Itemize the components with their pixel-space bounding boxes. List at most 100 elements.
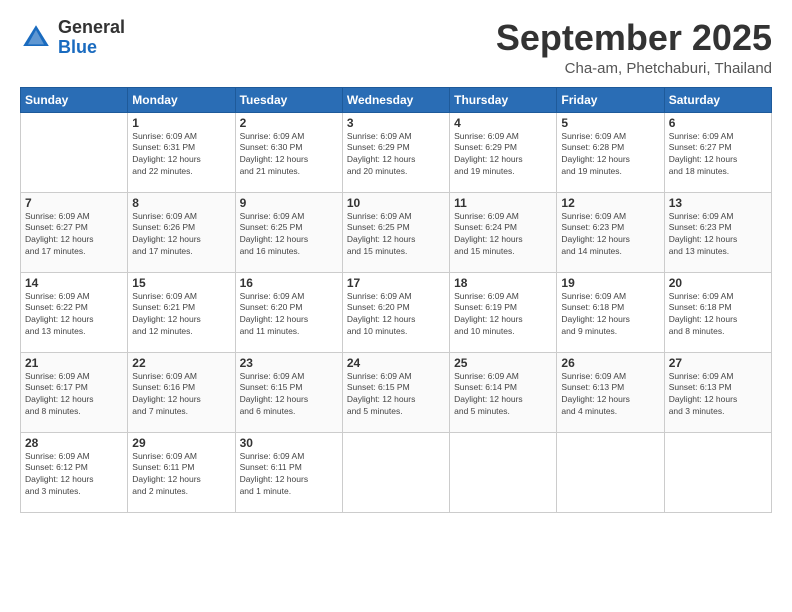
day-number: 5 bbox=[561, 116, 659, 130]
calendar-cell: 14Sunrise: 6:09 AM Sunset: 6:22 PM Dayli… bbox=[21, 272, 128, 352]
calendar-header-row: SundayMondayTuesdayWednesdayThursdayFrid… bbox=[21, 87, 772, 112]
calendar-cell: 12Sunrise: 6:09 AM Sunset: 6:23 PM Dayli… bbox=[557, 192, 664, 272]
day-number: 3 bbox=[347, 116, 445, 130]
calendar-week-row: 21Sunrise: 6:09 AM Sunset: 6:17 PM Dayli… bbox=[21, 352, 772, 432]
day-number: 6 bbox=[669, 116, 767, 130]
calendar-cell: 29Sunrise: 6:09 AM Sunset: 6:11 PM Dayli… bbox=[128, 432, 235, 512]
day-info: Sunrise: 6:09 AM Sunset: 6:23 PM Dayligh… bbox=[561, 211, 659, 259]
logo-text: General Blue bbox=[58, 18, 125, 58]
day-number: 24 bbox=[347, 356, 445, 370]
day-number: 13 bbox=[669, 196, 767, 210]
calendar-cell: 5Sunrise: 6:09 AM Sunset: 6:28 PM Daylig… bbox=[557, 112, 664, 192]
calendar-cell bbox=[450, 432, 557, 512]
calendar-day-header: Friday bbox=[557, 87, 664, 112]
day-number: 30 bbox=[240, 436, 338, 450]
day-number: 11 bbox=[454, 196, 552, 210]
calendar-day-header: Sunday bbox=[21, 87, 128, 112]
day-info: Sunrise: 6:09 AM Sunset: 6:25 PM Dayligh… bbox=[240, 211, 338, 259]
calendar-week-row: 28Sunrise: 6:09 AM Sunset: 6:12 PM Dayli… bbox=[21, 432, 772, 512]
day-number: 4 bbox=[454, 116, 552, 130]
day-info: Sunrise: 6:09 AM Sunset: 6:28 PM Dayligh… bbox=[561, 131, 659, 179]
calendar-day-header: Tuesday bbox=[235, 87, 342, 112]
day-info: Sunrise: 6:09 AM Sunset: 6:30 PM Dayligh… bbox=[240, 131, 338, 179]
header: General Blue September 2025 Cha-am, Phet… bbox=[20, 18, 772, 77]
day-info: Sunrise: 6:09 AM Sunset: 6:15 PM Dayligh… bbox=[240, 371, 338, 419]
month-title: September 2025 bbox=[496, 18, 772, 58]
day-number: 29 bbox=[132, 436, 230, 450]
day-info: Sunrise: 6:09 AM Sunset: 6:13 PM Dayligh… bbox=[669, 371, 767, 419]
calendar-cell: 20Sunrise: 6:09 AM Sunset: 6:18 PM Dayli… bbox=[664, 272, 771, 352]
day-info: Sunrise: 6:09 AM Sunset: 6:17 PM Dayligh… bbox=[25, 371, 123, 419]
day-info: Sunrise: 6:09 AM Sunset: 6:26 PM Dayligh… bbox=[132, 211, 230, 259]
calendar-week-row: 7Sunrise: 6:09 AM Sunset: 6:27 PM Daylig… bbox=[21, 192, 772, 272]
day-number: 1 bbox=[132, 116, 230, 130]
day-number: 14 bbox=[25, 276, 123, 290]
day-number: 2 bbox=[240, 116, 338, 130]
day-number: 17 bbox=[347, 276, 445, 290]
calendar-cell: 27Sunrise: 6:09 AM Sunset: 6:13 PM Dayli… bbox=[664, 352, 771, 432]
calendar-cell: 7Sunrise: 6:09 AM Sunset: 6:27 PM Daylig… bbox=[21, 192, 128, 272]
calendar-cell: 30Sunrise: 6:09 AM Sunset: 6:11 PM Dayli… bbox=[235, 432, 342, 512]
calendar-cell: 21Sunrise: 6:09 AM Sunset: 6:17 PM Dayli… bbox=[21, 352, 128, 432]
page: General Blue September 2025 Cha-am, Phet… bbox=[0, 0, 792, 612]
day-number: 25 bbox=[454, 356, 552, 370]
calendar-cell: 23Sunrise: 6:09 AM Sunset: 6:15 PM Dayli… bbox=[235, 352, 342, 432]
day-info: Sunrise: 6:09 AM Sunset: 6:23 PM Dayligh… bbox=[669, 211, 767, 259]
day-info: Sunrise: 6:09 AM Sunset: 6:25 PM Dayligh… bbox=[347, 211, 445, 259]
day-number: 19 bbox=[561, 276, 659, 290]
day-number: 7 bbox=[25, 196, 123, 210]
day-info: Sunrise: 6:09 AM Sunset: 6:11 PM Dayligh… bbox=[240, 451, 338, 499]
day-info: Sunrise: 6:09 AM Sunset: 6:22 PM Dayligh… bbox=[25, 291, 123, 339]
calendar: SundayMondayTuesdayWednesdayThursdayFrid… bbox=[20, 87, 772, 513]
calendar-cell: 22Sunrise: 6:09 AM Sunset: 6:16 PM Dayli… bbox=[128, 352, 235, 432]
calendar-week-row: 1Sunrise: 6:09 AM Sunset: 6:31 PM Daylig… bbox=[21, 112, 772, 192]
day-info: Sunrise: 6:09 AM Sunset: 6:27 PM Dayligh… bbox=[669, 131, 767, 179]
day-info: Sunrise: 6:09 AM Sunset: 6:18 PM Dayligh… bbox=[561, 291, 659, 339]
day-info: Sunrise: 6:09 AM Sunset: 6:16 PM Dayligh… bbox=[132, 371, 230, 419]
day-number: 16 bbox=[240, 276, 338, 290]
logo-icon bbox=[20, 22, 52, 54]
calendar-cell: 28Sunrise: 6:09 AM Sunset: 6:12 PM Dayli… bbox=[21, 432, 128, 512]
day-number: 20 bbox=[669, 276, 767, 290]
day-info: Sunrise: 6:09 AM Sunset: 6:20 PM Dayligh… bbox=[347, 291, 445, 339]
calendar-cell: 17Sunrise: 6:09 AM Sunset: 6:20 PM Dayli… bbox=[342, 272, 449, 352]
day-info: Sunrise: 6:09 AM Sunset: 6:11 PM Dayligh… bbox=[132, 451, 230, 499]
calendar-cell: 26Sunrise: 6:09 AM Sunset: 6:13 PM Dayli… bbox=[557, 352, 664, 432]
logo-blue: Blue bbox=[58, 37, 97, 57]
calendar-cell: 8Sunrise: 6:09 AM Sunset: 6:26 PM Daylig… bbox=[128, 192, 235, 272]
day-info: Sunrise: 6:09 AM Sunset: 6:18 PM Dayligh… bbox=[669, 291, 767, 339]
calendar-day-header: Wednesday bbox=[342, 87, 449, 112]
calendar-cell: 19Sunrise: 6:09 AM Sunset: 6:18 PM Dayli… bbox=[557, 272, 664, 352]
calendar-cell: 15Sunrise: 6:09 AM Sunset: 6:21 PM Dayli… bbox=[128, 272, 235, 352]
calendar-cell: 9Sunrise: 6:09 AM Sunset: 6:25 PM Daylig… bbox=[235, 192, 342, 272]
day-info: Sunrise: 6:09 AM Sunset: 6:20 PM Dayligh… bbox=[240, 291, 338, 339]
day-info: Sunrise: 6:09 AM Sunset: 6:13 PM Dayligh… bbox=[561, 371, 659, 419]
day-number: 12 bbox=[561, 196, 659, 210]
calendar-day-header: Thursday bbox=[450, 87, 557, 112]
day-number: 28 bbox=[25, 436, 123, 450]
calendar-cell bbox=[21, 112, 128, 192]
day-info: Sunrise: 6:09 AM Sunset: 6:21 PM Dayligh… bbox=[132, 291, 230, 339]
calendar-day-header: Saturday bbox=[664, 87, 771, 112]
calendar-cell: 10Sunrise: 6:09 AM Sunset: 6:25 PM Dayli… bbox=[342, 192, 449, 272]
day-info: Sunrise: 6:09 AM Sunset: 6:12 PM Dayligh… bbox=[25, 451, 123, 499]
calendar-cell: 6Sunrise: 6:09 AM Sunset: 6:27 PM Daylig… bbox=[664, 112, 771, 192]
calendar-cell bbox=[664, 432, 771, 512]
calendar-cell bbox=[557, 432, 664, 512]
calendar-cell: 2Sunrise: 6:09 AM Sunset: 6:30 PM Daylig… bbox=[235, 112, 342, 192]
day-number: 9 bbox=[240, 196, 338, 210]
day-info: Sunrise: 6:09 AM Sunset: 6:27 PM Dayligh… bbox=[25, 211, 123, 259]
day-number: 10 bbox=[347, 196, 445, 210]
calendar-week-row: 14Sunrise: 6:09 AM Sunset: 6:22 PM Dayli… bbox=[21, 272, 772, 352]
location: Cha-am, Phetchaburi, Thailand bbox=[496, 60, 772, 77]
day-number: 23 bbox=[240, 356, 338, 370]
day-number: 27 bbox=[669, 356, 767, 370]
day-number: 22 bbox=[132, 356, 230, 370]
day-number: 18 bbox=[454, 276, 552, 290]
calendar-cell: 4Sunrise: 6:09 AM Sunset: 6:29 PM Daylig… bbox=[450, 112, 557, 192]
calendar-cell: 24Sunrise: 6:09 AM Sunset: 6:15 PM Dayli… bbox=[342, 352, 449, 432]
day-info: Sunrise: 6:09 AM Sunset: 6:29 PM Dayligh… bbox=[454, 131, 552, 179]
calendar-day-header: Monday bbox=[128, 87, 235, 112]
day-info: Sunrise: 6:09 AM Sunset: 6:24 PM Dayligh… bbox=[454, 211, 552, 259]
logo-general: General bbox=[58, 17, 125, 37]
